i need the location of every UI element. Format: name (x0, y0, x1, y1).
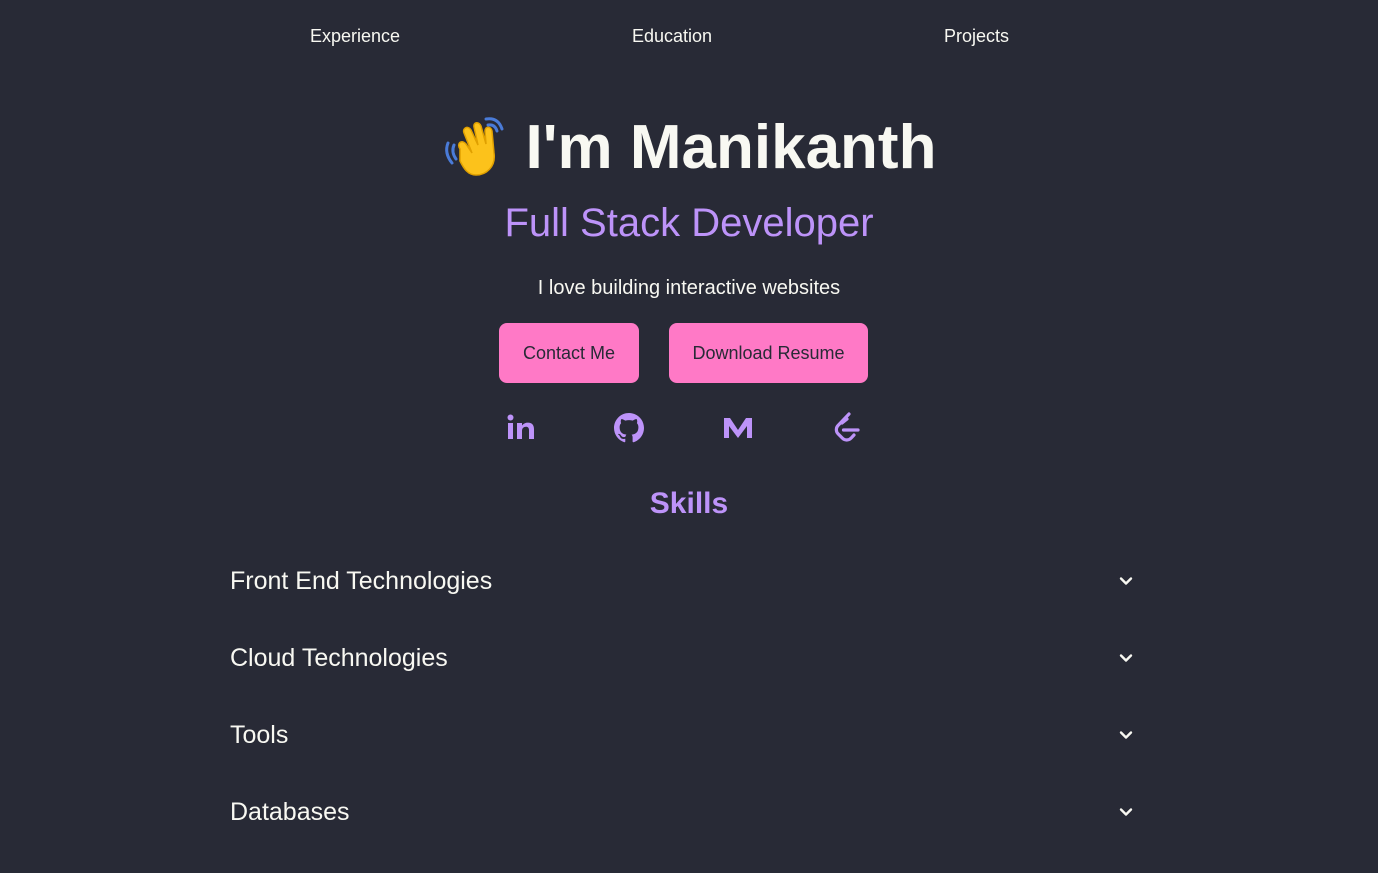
nav-link-projects[interactable]: Projects (944, 24, 1009, 48)
chevron-down-icon (1116, 802, 1136, 822)
skills-accordion-databases[interactable]: Databases (230, 792, 1140, 832)
nav-link-experience[interactable]: Experience (310, 24, 400, 48)
medium-icon (720, 410, 756, 446)
accordion-label: Cloud Technologies (230, 644, 448, 672)
github-link[interactable] (611, 410, 647, 446)
hero-subtitle: Full Stack Developer (504, 201, 874, 245)
skills-accordion-tools[interactable]: Tools (230, 715, 1140, 755)
hero-title-text: I'm Manikanth (525, 113, 937, 182)
leetcode-icon (829, 410, 865, 446)
skills-accordion-cloud[interactable]: Cloud Technologies (230, 638, 1140, 678)
skills-heading: Skills (649, 487, 729, 520)
accordion-label: Tools (230, 721, 289, 749)
github-icon (611, 410, 647, 446)
chevron-down-icon (1116, 648, 1136, 668)
contact-me-button[interactable]: Contact Me (499, 323, 639, 383)
accordion-label: Databases (230, 798, 350, 826)
medium-link[interactable] (720, 410, 756, 446)
skills-accordion-front-end[interactable]: Front End Technologies (230, 561, 1140, 601)
top-nav: Experience Education Projects (0, 24, 1378, 48)
hero-tagline: I love building interactive websites (537, 277, 841, 299)
download-resume-button[interactable]: Download Resume (669, 323, 868, 383)
leetcode-link[interactable] (829, 410, 865, 446)
hero-heading: I'm Manikanth (0, 112, 1378, 185)
waving-hand-icon (442, 113, 508, 179)
accordion-label: Front End Technologies (230, 567, 493, 595)
portfolio-page: Experience Education Projects I'm Manika… (0, 0, 1378, 873)
linkedin-icon (502, 410, 538, 446)
chevron-down-icon (1116, 571, 1136, 591)
chevron-down-icon (1116, 725, 1136, 745)
nav-link-education[interactable]: Education (632, 24, 712, 48)
linkedin-link[interactable] (502, 410, 538, 446)
